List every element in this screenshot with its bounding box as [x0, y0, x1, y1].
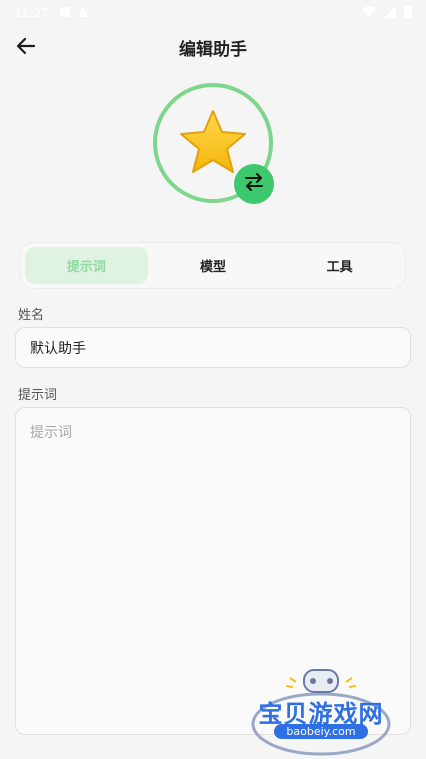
prompt-label: 提示词: [18, 388, 58, 403]
watermark-url: baobeiy.com: [274, 724, 368, 739]
watermark: 宝贝游戏网 baobeiy.com: [246, 666, 396, 756]
signal-icon: [384, 5, 396, 21]
settings-status-icon: [59, 6, 71, 21]
page-title: 编辑助手: [179, 39, 247, 60]
tab-bar: 提示词 模型 工具: [20, 242, 406, 289]
swap-arrows-icon: [243, 171, 265, 197]
status-bar: 11:27: [0, 0, 426, 26]
battery-icon: [404, 5, 412, 21]
name-label: 姓名: [18, 308, 45, 323]
tab-tools[interactable]: 工具: [278, 247, 401, 284]
name-input[interactable]: 默认助手: [15, 327, 411, 368]
assistant-avatar[interactable]: [153, 83, 274, 204]
wifi-icon: [362, 6, 376, 21]
status-time: 11:27: [14, 6, 49, 20]
back-button[interactable]: [12, 34, 40, 62]
tab-model[interactable]: 模型: [152, 247, 275, 284]
warning-status-icon: [77, 6, 89, 21]
top-bar: 编辑助手: [0, 26, 426, 68]
star-avatar-icon: [178, 107, 248, 177]
tab-prompt[interactable]: 提示词: [25, 247, 148, 284]
swap-avatar-button[interactable]: [234, 164, 274, 204]
back-arrow-icon: [16, 36, 36, 60]
